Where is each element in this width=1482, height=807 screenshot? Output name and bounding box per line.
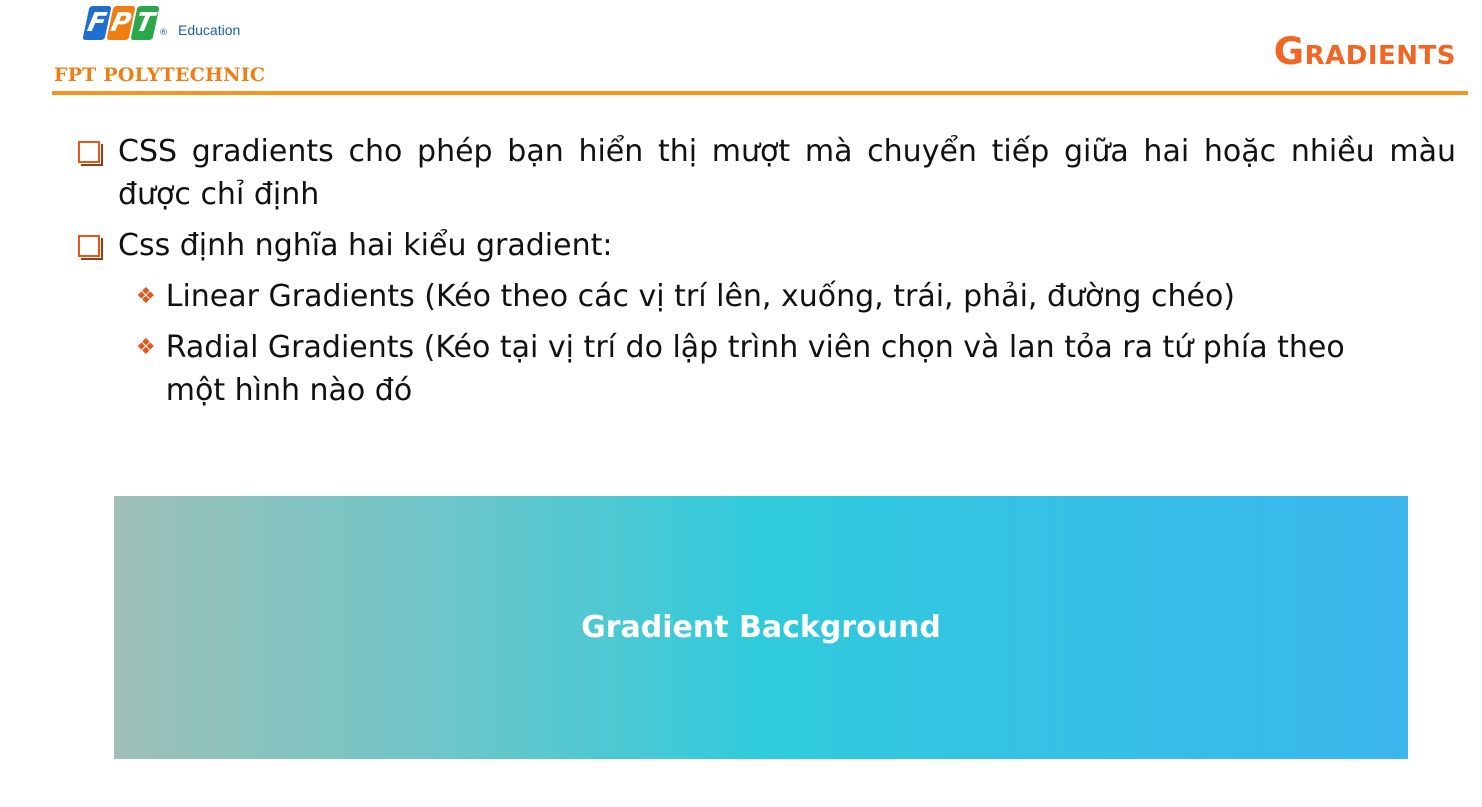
- sub-bullet-text: Radial Gradients (Kéo tại vị trí do lập …: [165, 330, 1345, 408]
- slide-title: Gradients: [1273, 30, 1456, 73]
- gradient-demo-label: Gradient Background: [581, 610, 941, 645]
- gradient-demo-box: Gradient Background: [114, 496, 1408, 759]
- fpt-education-logo: F P T ® Education: [82, 6, 241, 40]
- sub-bullet-text: Linear Gradients (Kéo theo các vị trí lê…: [165, 279, 1235, 314]
- brand-name: FPT POLYTECHNIC: [54, 64, 266, 86]
- bullet-text: CSS gradients cho phép bạn hiển thị mượt…: [118, 134, 1456, 212]
- header-divider: [52, 91, 1468, 95]
- sub-bullet-item: ❖ Radial Gradients (Kéo tại vị trí do lậ…: [136, 326, 1456, 412]
- bullet-item: Css định nghĩa hai kiểu gradient:: [78, 224, 1456, 267]
- diamond-bullet-icon: ❖: [136, 335, 156, 360]
- logo-registered-mark: ®: [159, 28, 168, 38]
- logo-education-label: Education: [178, 22, 241, 38]
- diamond-bullet-icon: ❖: [136, 284, 156, 309]
- square-bullet-icon: [78, 235, 103, 260]
- sub-bullet-item: ❖ Linear Gradients (Kéo theo các vị trí …: [136, 275, 1456, 318]
- slide-header: F P T ® Education FPT POLYTECHNIC Gradie…: [0, 0, 1482, 96]
- bullet-text: Css định nghĩa hai kiểu gradient:: [118, 228, 613, 263]
- logo-letter-t: T: [130, 6, 160, 40]
- bullet-item: CSS gradients cho phép bạn hiển thị mượt…: [78, 130, 1456, 216]
- slide-content: CSS gradients cho phép bạn hiển thị mượt…: [78, 130, 1456, 420]
- square-bullet-icon: [78, 141, 103, 166]
